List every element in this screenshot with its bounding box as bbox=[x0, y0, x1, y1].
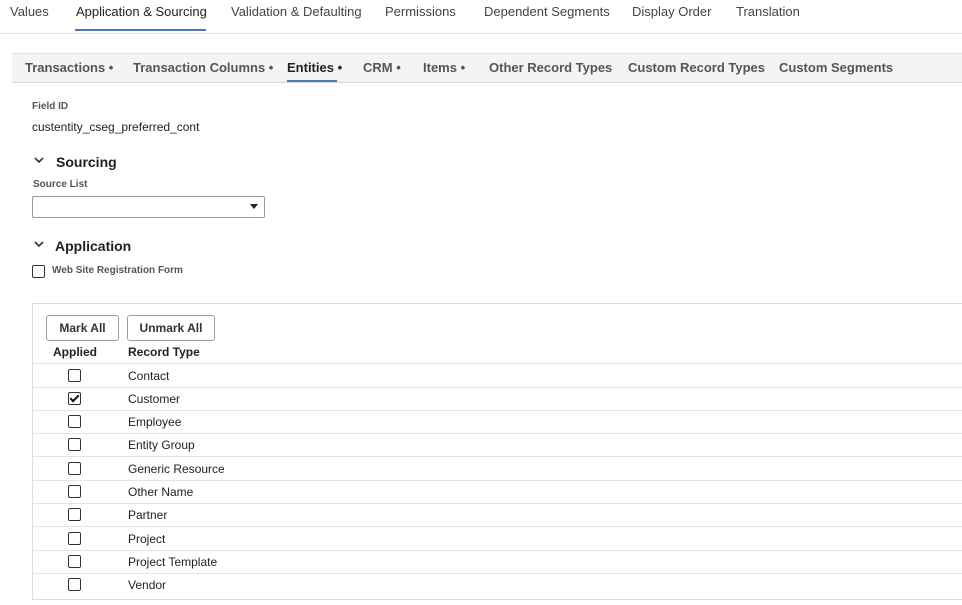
sourcing-title: Sourcing bbox=[56, 154, 117, 170]
record-type-name: Vendor bbox=[128, 578, 167, 592]
active-tab-indicator bbox=[75, 29, 206, 31]
top-tab-bar: Values Application & Sourcing Validation… bbox=[0, 0, 962, 34]
subtab-transactions[interactable]: Transactions • bbox=[25, 60, 113, 75]
tab-validation-defaulting[interactable]: Validation & Defaulting bbox=[231, 4, 362, 19]
subtab-custom-record-types[interactable]: Custom Record Types bbox=[628, 60, 765, 75]
subtab-transaction-columns[interactable]: Transaction Columns • bbox=[133, 60, 273, 75]
source-list-label: Source List bbox=[33, 179, 88, 190]
record-type-name: Generic Resource bbox=[128, 462, 225, 476]
applied-checkbox[interactable] bbox=[68, 555, 81, 568]
chevron-down-icon bbox=[34, 155, 44, 168]
applied-checkbox[interactable] bbox=[68, 508, 81, 521]
active-subtab-indicator bbox=[287, 80, 337, 82]
table-row: Employee bbox=[32, 410, 962, 434]
record-type-name: Entity Group bbox=[128, 438, 195, 452]
tab-values[interactable]: Values bbox=[10, 4, 49, 19]
web-site-registration-checkbox[interactable] bbox=[32, 265, 45, 278]
chevron-down-icon bbox=[34, 239, 44, 252]
record-type-name: Project Template bbox=[128, 555, 218, 569]
record-type-name: Customer bbox=[128, 392, 181, 406]
table-row: Project bbox=[32, 527, 962, 551]
table-row: Other Name bbox=[32, 480, 962, 504]
table-row: Contact bbox=[32, 364, 962, 388]
applied-checkbox[interactable] bbox=[68, 485, 81, 498]
applied-column-header: Applied bbox=[53, 345, 97, 359]
dropdown-arrow-icon bbox=[250, 204, 258, 209]
tab-permissions[interactable]: Permissions bbox=[385, 4, 456, 19]
subtab-other-record-types[interactable]: Other Record Types bbox=[489, 60, 612, 75]
record-type-name: Other Name bbox=[128, 485, 194, 499]
tab-application-sourcing[interactable]: Application & Sourcing bbox=[76, 4, 207, 19]
source-list-select[interactable] bbox=[32, 196, 265, 218]
field-id-value: custentity_cseg_preferred_cont bbox=[32, 120, 200, 134]
field-id-label: Field ID bbox=[32, 101, 69, 112]
applied-checkbox[interactable] bbox=[68, 532, 81, 545]
tab-display-order[interactable]: Display Order bbox=[632, 4, 711, 19]
application-section-header[interactable]: Application bbox=[32, 238, 232, 256]
table-row: Customer bbox=[32, 387, 962, 411]
table-row: Project Template bbox=[32, 550, 962, 574]
table-row: Partner bbox=[32, 503, 962, 527]
record-type-name: Contact bbox=[128, 369, 170, 383]
applied-checkbox[interactable] bbox=[68, 392, 81, 405]
tab-translation[interactable]: Translation bbox=[736, 4, 800, 19]
applied-checkbox[interactable] bbox=[68, 415, 81, 428]
application-title: Application bbox=[55, 238, 132, 254]
web-site-registration-label: Web Site Registration Form bbox=[52, 265, 183, 276]
record-type-name: Project bbox=[128, 532, 166, 546]
subtab-custom-segments[interactable]: Custom Segments bbox=[779, 60, 893, 75]
unmark-all-button[interactable]: Unmark All bbox=[127, 315, 215, 341]
applied-checkbox[interactable] bbox=[68, 462, 81, 475]
subtab-entities[interactable]: Entities • bbox=[287, 60, 342, 75]
subtab-crm[interactable]: CRM • bbox=[363, 60, 401, 75]
applied-checkbox[interactable] bbox=[68, 578, 81, 591]
table-row: Entity Group bbox=[32, 433, 962, 457]
applied-checkbox[interactable] bbox=[68, 438, 81, 451]
record-type-name: Partner bbox=[128, 508, 168, 522]
applied-checkbox[interactable] bbox=[68, 369, 81, 382]
subtab-items[interactable]: Items • bbox=[423, 60, 465, 75]
record-type-name: Employee bbox=[128, 415, 182, 429]
sourcing-section-header[interactable]: Sourcing bbox=[32, 154, 232, 172]
record-type-column-header: Record Type bbox=[128, 345, 200, 359]
sub-tab-bar: Transactions • Transaction Columns • Ent… bbox=[12, 53, 962, 83]
table-row: Generic Resource bbox=[32, 457, 962, 481]
mark-all-button[interactable]: Mark All bbox=[46, 315, 119, 341]
tab-dependent-segments[interactable]: Dependent Segments bbox=[484, 4, 610, 19]
table-row: Vendor bbox=[32, 573, 962, 596]
